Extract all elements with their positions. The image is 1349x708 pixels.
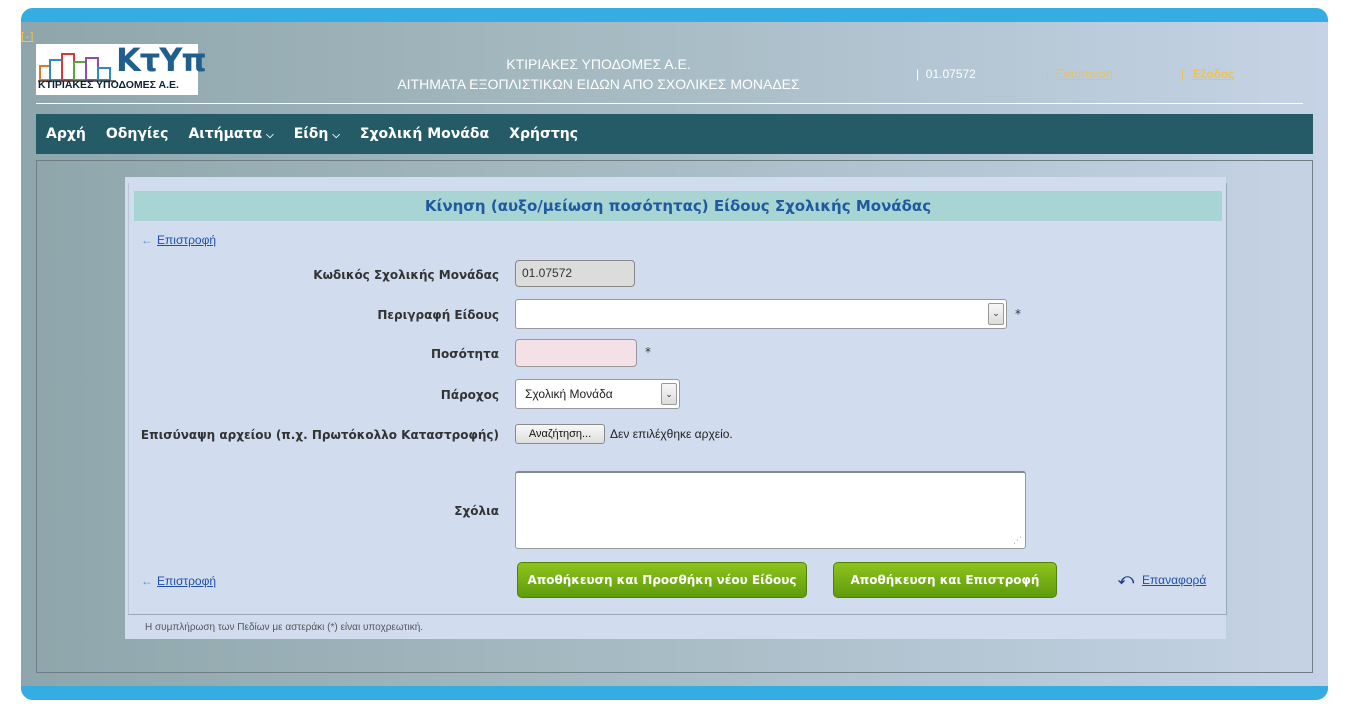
browse-file-button[interactable]: Αναζήτηση... (515, 424, 605, 444)
form-title: Κίνηση (αυξο/μείωση ποσότητας) Είδους Σχ… (134, 191, 1222, 221)
resize-grip-icon[interactable]: ⋰ (1013, 536, 1023, 546)
undo-arrow-icon: ⤺ (1118, 571, 1135, 588)
quantity-input[interactable] (515, 339, 637, 367)
reset-link-label: Επαναφορά (1142, 573, 1207, 587)
logo-subtitle: ΚΤΙΡΙΑΚΕΣ ΥΠΟΔΟΜΕΣ Α.Ε. (38, 79, 179, 91)
arrow-left-icon: ← (141, 574, 153, 588)
provider-value: Σχολική Μονάδα (525, 387, 613, 401)
quantity-label: Ποσότητα (431, 347, 499, 361)
comments-textarea[interactable]: ⋰ (515, 471, 1026, 549)
save-and-add-button[interactable]: Αποθήκευση και Προσθήκη νέου Είδους (517, 562, 807, 598)
nav-item-label: Αρχή (46, 126, 86, 142)
back-link-label: Επιστροφή (157, 233, 217, 247)
item-description-label: Περιγραφή Είδους (377, 308, 499, 322)
chevron-down-icon: ⌵ (332, 130, 340, 141)
logo-wordmark: ΚτΥπ (116, 41, 207, 79)
header-separator: | (1046, 67, 1050, 81)
nav-item-user[interactable]: Χρήστης (509, 126, 578, 142)
save-and-return-button[interactable]: Αποθήκευση και Επιστροφή (833, 562, 1057, 598)
header-print: | Εκτύπωση (1046, 67, 1113, 81)
back-link-label: Επιστροφή (157, 574, 217, 588)
nav-item-label: Είδη (293, 126, 329, 142)
required-fields-footnote: Η συμπλήρωση των Πεδίων με αστεράκι (*) … (145, 622, 424, 633)
nav-item-items[interactable]: Είδη ⌵ (294, 126, 340, 142)
print-link[interactable]: Εκτύπωση (1056, 67, 1113, 81)
back-link-top[interactable]: ← Επιστροφή (141, 233, 216, 247)
logo: ΚτΥπ ΚΤΙΡΙΑΚΕΣ ΥΠΟΔΟΜΕΣ Α.Ε. (36, 41, 207, 95)
header-separator: | (1181, 67, 1185, 81)
app-frame: [-] ΚτΥπ ΚΤΙΡΙΑΚΕΣ ΥΠΟΔΟΜΕΣ Α.Ε. ΚΤΙΡΙΑΚ… (21, 8, 1328, 700)
reset-link[interactable]: ⤺ Επαναφορά (1118, 571, 1206, 588)
header-exit: | Έξοδος (1181, 67, 1234, 81)
nav-item-school-unit[interactable]: Σχολική Μονάδα (360, 126, 489, 142)
chevron-down-icon: ⌄ (661, 383, 677, 405)
arrow-left-icon: ← (141, 233, 153, 247)
item-description-select[interactable]: ⌄ (515, 299, 1007, 329)
nav-item-label: Σχολική Μονάδα (359, 126, 490, 142)
chevron-down-icon: ⌵ (266, 130, 274, 141)
collapse-header-toggle[interactable]: [-] (21, 30, 34, 43)
nav-item-label: Χρήστης (509, 126, 579, 142)
nav-item-home[interactable]: Αρχή (46, 126, 86, 142)
school-code-label: Κωδικός Σχολικής Μονάδας (313, 268, 499, 282)
nav-item-label: Αιτήματα (188, 126, 263, 142)
comments-label: Σχόλια (454, 504, 499, 518)
main-nav: Αρχή Οδηγίες Αιτήματα ⌵ Είδη ⌵ Σχολική Μον… (36, 114, 1313, 154)
chevron-down-icon: ⌄ (988, 303, 1004, 325)
nav-item-label: Οδηγίες (105, 126, 169, 142)
exit-link[interactable]: Έξοδος (1191, 67, 1235, 81)
no-file-status: Δεν επιλέχθηκε αρχείο. (610, 427, 733, 441)
bottom-accent-bar (21, 686, 1328, 700)
header-school-code: | 01.07572 (916, 67, 976, 81)
nav-item-requests[interactable]: Αιτήματα ⌵ (188, 126, 273, 142)
header-title-line1: ΚΤΙΡΙΑΚΕΣ ΥΠΟΔΟΜΕΣ Α.Ε. (506, 56, 691, 72)
form-panel: Κίνηση (αυξο/μείωση ποσότητας) Είδους Σχ… (125, 177, 1227, 639)
required-mark: * (1015, 307, 1021, 321)
top-accent-bar (21, 8, 1328, 22)
school-code-field: 01.07572 (515, 260, 635, 287)
header-divider (36, 103, 1303, 104)
attachment-label: Επισύναψη αρχείου (π.χ. Πρωτόκολλο Κατασ… (140, 428, 499, 442)
header-title-line2: ΑΙΤΗΜΑΤΑ ΕΞΟΠΛΙΣΤΙΚΩΝ ΕΙΔΩΝ ΑΠΟ ΣΧΟΛΙΚΕΣ… (397, 76, 800, 92)
required-mark: * (645, 345, 651, 359)
content-area: Κίνηση (αυξο/μείωση ποσότητας) Είδους Σχ… (36, 160, 1313, 673)
header-separator: | (916, 67, 920, 81)
back-link-bottom[interactable]: ← Επιστροφή (141, 574, 216, 588)
provider-label: Πάροχος (440, 388, 499, 402)
nav-item-instructions[interactable]: Οδηγίες (106, 126, 169, 142)
provider-select[interactable]: Σχολική Μονάδα ⌄ (515, 379, 680, 409)
page-header-title: ΚΤΙΡΙΑΚΕΣ ΥΠΟΔΟΜΕΣ Α.Ε. ΑΙΤΗΜΑΤΑ ΕΞΟΠΛΙΣ… (341, 54, 856, 94)
header-school-code-value: 01.07572 (925, 67, 976, 81)
